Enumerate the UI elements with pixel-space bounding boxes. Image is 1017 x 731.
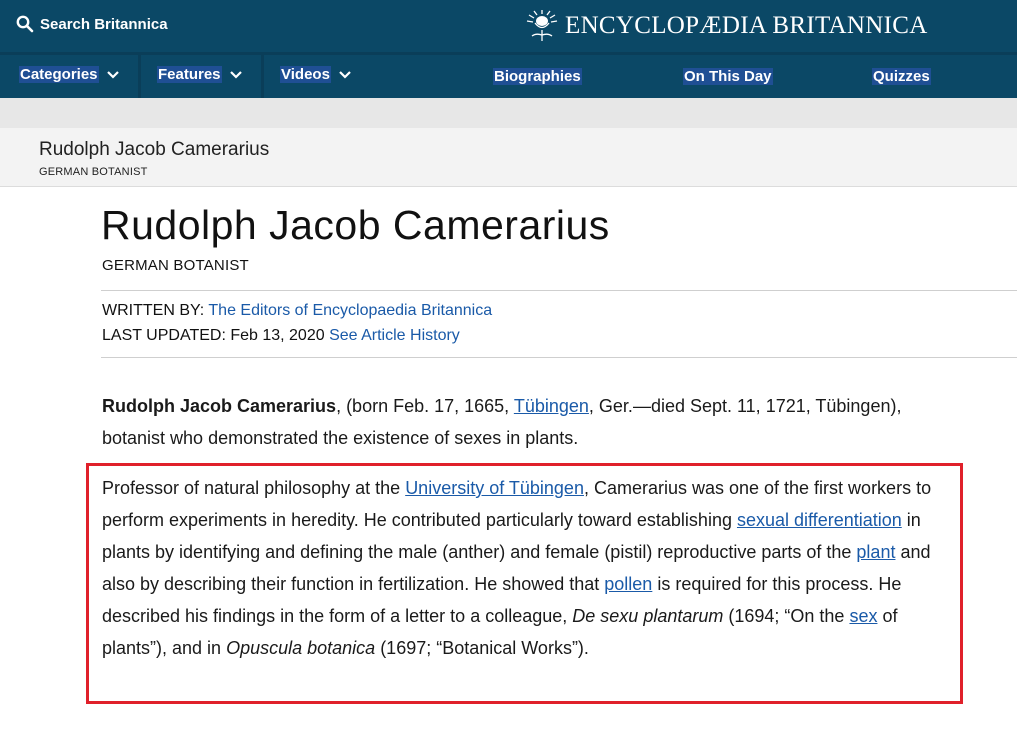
sticky-title-bar: Rudolph Jacob Camerarius GERMAN BOTANIST (0, 128, 1017, 187)
intro-paragraph: Rudolph Jacob Camerarius, (born Feb. 17,… (102, 390, 962, 454)
nav-divider (261, 55, 264, 98)
search-label: Search Britannica (40, 15, 168, 33)
chevron-down-icon (229, 70, 242, 79)
nav-quizzes[interactable]: Quizzes (872, 68, 931, 85)
top-header: Search Britannica ENCYCLOPÆDIA BRITANNIC… (0, 0, 1017, 52)
nav-on-this-day-label: On This Day (683, 68, 773, 85)
body-paragraph: Professor of natural philosophy at the U… (102, 472, 962, 664)
written-by-label: WRITTEN BY: (102, 302, 209, 319)
book-title: Opuscula botanica (226, 638, 376, 658)
last-updated-label: LAST UPDATED: Feb 13, 2020 (102, 327, 330, 344)
last-updated: LAST UPDATED: Feb 13, 2020 See Article H… (102, 327, 460, 345)
plant-link[interactable]: plant (856, 542, 895, 562)
pollen-link[interactable]: pollen (604, 574, 652, 594)
nav-categories-label: Categories (19, 66, 99, 83)
text-span: (1694; “On the (723, 606, 850, 626)
search-icon (16, 15, 34, 33)
nav-biographies[interactable]: Biographies (493, 68, 582, 85)
text-span: , (born Feb. 17, 1665, (336, 396, 514, 416)
author-link[interactable]: The Editors of Encyclopaedia Britannica (208, 302, 492, 319)
divider (101, 357, 1017, 358)
text-span: Professor of natural philosophy at the (102, 478, 406, 498)
sticky-subtitle: GERMAN BOTANIST (39, 166, 148, 178)
tubingen-link[interactable]: Tübingen (514, 396, 589, 416)
text-span: (1697; “Botanical Works”). (375, 638, 589, 658)
nav-quizzes-label: Quizzes (872, 68, 931, 85)
nav-features[interactable]: Features (157, 66, 242, 83)
sticky-title: Rudolph Jacob Camerarius (39, 139, 270, 160)
nav-on-this-day[interactable]: On This Day (683, 68, 773, 85)
written-by: WRITTEN BY: The Editors of Encyclopaedia… (102, 302, 492, 320)
nav-categories[interactable]: Categories (19, 66, 119, 83)
sex-link[interactable]: sex (849, 606, 877, 626)
nav-videos-label: Videos (280, 66, 331, 83)
main-nav: Categories Features Videos Biographies O… (0, 52, 1017, 98)
sexual-differentiation-link[interactable]: sexual differentiation (737, 510, 902, 530)
header-spacer (0, 98, 1017, 128)
nav-features-label: Features (157, 66, 222, 83)
page-subtitle: GERMAN BOTANIST (102, 257, 249, 274)
britannica-logo[interactable]: ENCYCLOPÆDIA BRITANNICA (525, 10, 928, 42)
article-history-link[interactable]: See Article History (329, 327, 460, 344)
university-link[interactable]: University of Tübingen (405, 478, 584, 498)
chevron-down-icon (106, 70, 119, 79)
search-button[interactable]: Search Britannica (16, 15, 168, 33)
brand-name: ENCYCLOPÆDIA BRITANNICA (565, 12, 928, 39)
thistle-icon (526, 10, 558, 41)
page-title: Rudolph Jacob Camerarius (101, 202, 610, 248)
nav-biographies-label: Biographies (493, 68, 582, 85)
nav-videos[interactable]: Videos (280, 66, 351, 83)
nav-divider (138, 55, 141, 98)
chevron-down-icon (339, 70, 351, 79)
subject-name: Rudolph Jacob Camerarius (102, 396, 337, 416)
book-title: De sexu plantarum (572, 606, 724, 626)
divider (101, 290, 1017, 291)
